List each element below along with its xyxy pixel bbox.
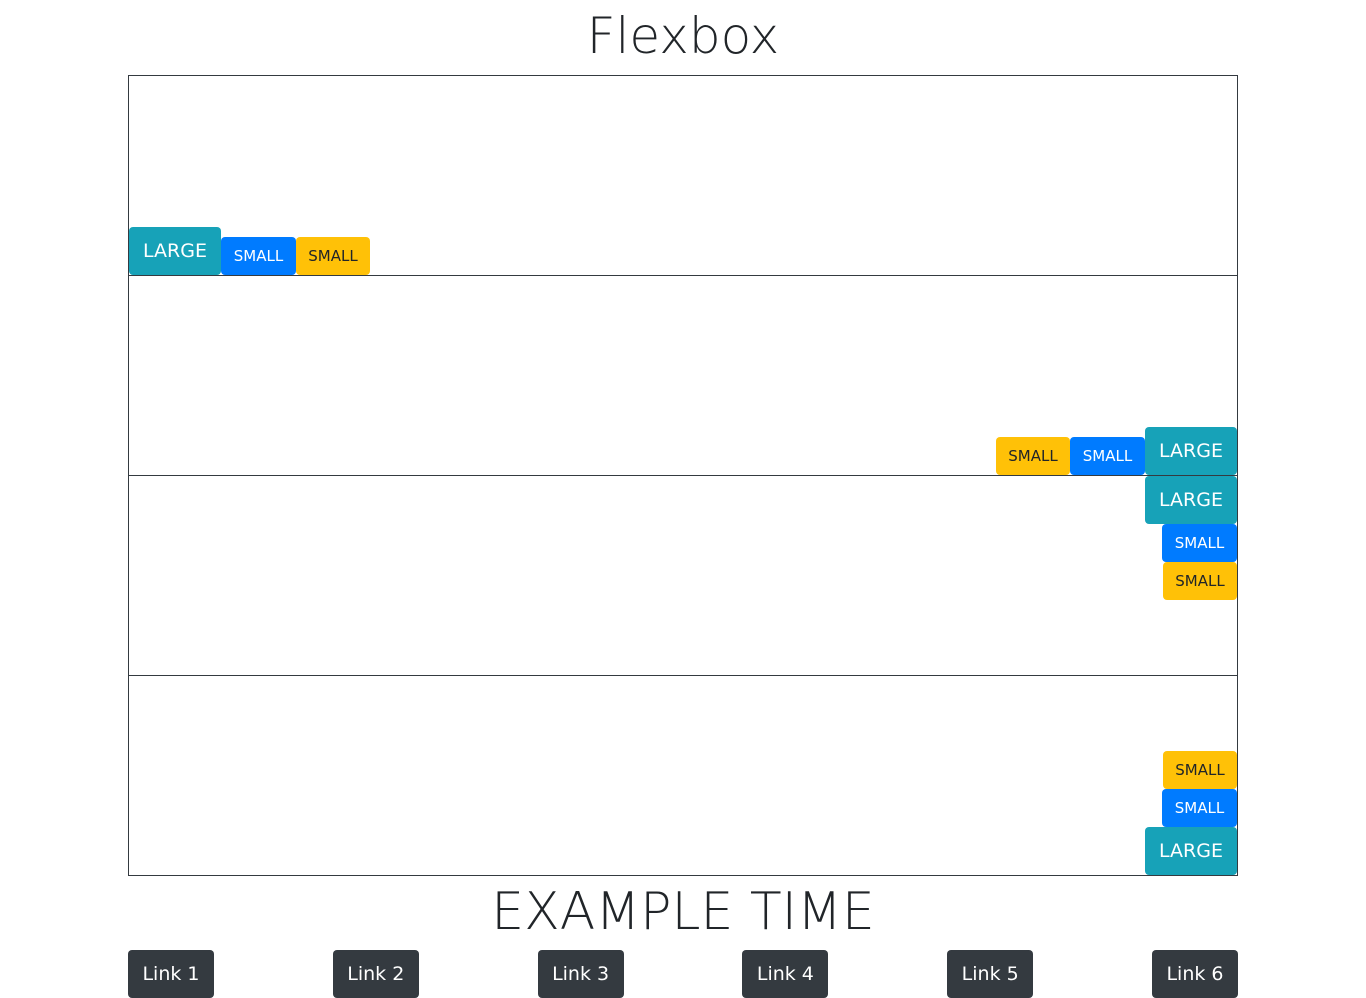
flex-row-column: LARGE SMALL SMALL — [129, 476, 1237, 676]
large-button[interactable]: LARGE — [1145, 827, 1237, 875]
small-blue-button[interactable]: SMALL — [1070, 437, 1145, 475]
small-yellow-button[interactable]: SMALL — [296, 237, 370, 275]
link-6-button[interactable]: Link 6 — [1151, 950, 1238, 998]
link-bar: Link 1 Link 2 Link 3 Link 4 Link 5 Link … — [128, 950, 1238, 998]
small-blue-button[interactable]: SMALL — [1162, 789, 1237, 827]
small-yellow-button[interactable]: SMALL — [1163, 562, 1237, 600]
large-button[interactable]: LARGE — [1145, 476, 1237, 524]
small-yellow-button[interactable]: SMALL — [996, 437, 1070, 475]
large-button[interactable]: LARGE — [1145, 427, 1237, 475]
large-button[interactable]: LARGE — [129, 227, 221, 275]
flex-row-row: LARGE SMALL SMALL — [129, 76, 1237, 276]
link-2-button[interactable]: Link 2 — [332, 950, 419, 998]
link-1-button[interactable]: Link 1 — [128, 950, 214, 998]
flex-row-row-reverse: LARGE SMALL SMALL — [129, 276, 1237, 476]
link-5-button[interactable]: Link 5 — [947, 950, 1034, 998]
small-blue-button[interactable]: SMALL — [221, 237, 296, 275]
flex-demo-container: LARGE SMALL SMALL LARGE SMALL SMALL LARG… — [128, 75, 1238, 876]
page-title: Flexbox — [586, 7, 780, 65]
flex-row-column-reverse: LARGE SMALL SMALL — [129, 676, 1237, 875]
link-3-button[interactable]: Link 3 — [537, 950, 624, 998]
section-title: EXAMPLE TIME — [491, 882, 875, 942]
link-4-button[interactable]: Link 4 — [742, 950, 829, 998]
small-yellow-button[interactable]: SMALL — [1163, 751, 1237, 789]
small-blue-button[interactable]: SMALL — [1162, 524, 1237, 562]
